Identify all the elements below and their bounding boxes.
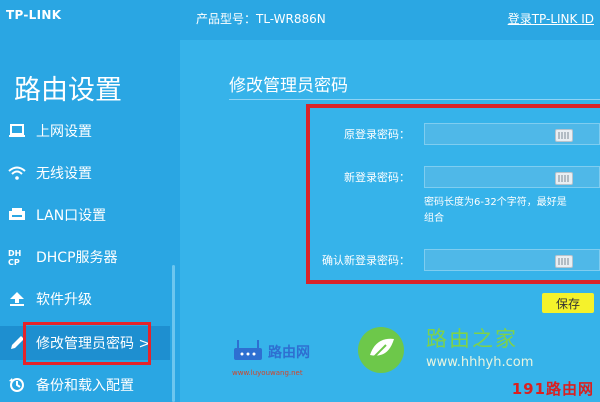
- sidebar-item-label: LAN口设置: [36, 208, 107, 224]
- save-button[interactable]: 保存: [542, 293, 594, 313]
- sidebar-scrollbar[interactable]: [172, 265, 175, 402]
- upload-icon: [6, 288, 28, 310]
- password-hint-line1: 密码长度为6-32个字符，最好是: [424, 197, 567, 208]
- sidebar-item-label: 软件升级: [36, 292, 92, 308]
- svg-text:CP: CP: [8, 258, 20, 266]
- watermark-luyouwang-url: www.luyouwang.net: [232, 369, 303, 377]
- sidebar-item-lan[interactable]: LAN口设置: [0, 198, 170, 232]
- restore-icon: [6, 374, 28, 396]
- sidebar-item-label: 备份和载入配置: [36, 378, 134, 394]
- sidebar-item-internet[interactable]: 上网设置: [0, 114, 170, 148]
- login-tplink-id-link[interactable]: 登录TP-LINK ID: [508, 10, 594, 27]
- laptop-icon: [6, 120, 28, 142]
- watermark-luyouwang-text: 路由网: [268, 345, 310, 361]
- password-hint-line2: 组合: [424, 213, 444, 224]
- sidebar-item-label: 上网设置: [36, 124, 92, 140]
- watermark-191-text: 191路由网: [511, 380, 594, 398]
- watermark-leaf-logo: [356, 325, 406, 375]
- wifi-icon: [6, 162, 28, 184]
- tp-link-logo: TP-LINK: [6, 8, 62, 22]
- page-title: 修改管理员密码: [229, 76, 348, 96]
- sidebar-item-dhcp[interactable]: DH CP DHCP服务器: [0, 240, 170, 274]
- svg-text:DH: DH: [8, 249, 21, 258]
- sidebar-item-upgrade[interactable]: 软件升级: [0, 282, 170, 316]
- watermark-luyouzhijia-text: 路由之家: [426, 327, 518, 351]
- sidebar-item-backup[interactable]: 备份和载入配置: [0, 368, 170, 402]
- keyboard-icon[interactable]: [555, 255, 573, 268]
- sidebar-title: 路由设置: [14, 75, 122, 106]
- watermark-luyouzhijia-url: www.hhhyh.com: [426, 355, 534, 370]
- new-password-input[interactable]: [424, 166, 600, 188]
- title-divider: [229, 99, 600, 100]
- sidebar-item-label: 无线设置: [36, 166, 92, 182]
- new-password-label: 新登录密码：: [344, 171, 410, 184]
- old-password-input[interactable]: [424, 123, 600, 145]
- sidebar-item-wireless[interactable]: 无线设置: [0, 156, 170, 190]
- old-password-label: 原登录密码：: [344, 128, 410, 141]
- product-model: 产品型号：TL-WR886N: [196, 12, 326, 26]
- dhcp-icon: DH CP: [6, 246, 28, 268]
- confirm-password-label: 确认新登录密码：: [322, 254, 410, 267]
- lan-icon: [6, 204, 28, 226]
- keyboard-icon[interactable]: [555, 129, 573, 142]
- active-item-highlight: [23, 322, 151, 365]
- keyboard-icon[interactable]: [555, 172, 573, 185]
- sidebar-item-label: DHCP服务器: [36, 250, 118, 266]
- confirm-password-input[interactable]: [424, 249, 600, 271]
- router-watermark-icon: [232, 338, 264, 368]
